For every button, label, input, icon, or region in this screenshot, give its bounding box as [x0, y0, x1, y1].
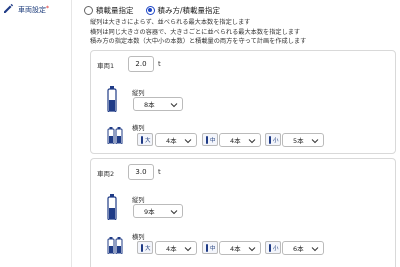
- chevron-down-icon: [184, 139, 192, 144]
- description: 縦列は大きさによらず、並べられる最大本数を指定します 横列は同じ大きさの容器で、…: [90, 18, 306, 47]
- select-value: 6本: [293, 245, 304, 253]
- vertical-value: 9本: [144, 208, 155, 216]
- chevron-down-icon: [170, 103, 178, 108]
- vehicle-label: 車両1: [97, 62, 115, 70]
- required-mark: *: [46, 5, 49, 12]
- capacity-unit: t: [158, 168, 161, 176]
- size-small-tag: 小: [265, 133, 281, 146]
- vehicle-label: 車両2: [97, 170, 115, 178]
- mode-option-label: 積み方/積載量指定: [157, 5, 221, 15]
- mode-option-label: 積載量指定: [96, 5, 134, 15]
- vertical-select[interactable]: 9本: [133, 204, 183, 218]
- horizontal-large-select[interactable]: 4本: [155, 241, 197, 255]
- radio-capacity[interactable]: [84, 5, 93, 15]
- mode-option-arrangement[interactable]: 積み方/積載量指定: [145, 5, 221, 16]
- bottle-icon: [107, 86, 117, 112]
- vehicle-card: 車両2 3.0 t 縦列 9本 横列 大 4本 中 4本 小 6本: [90, 158, 396, 267]
- size-label: 中: [210, 137, 216, 144]
- size-label: 小: [273, 245, 279, 252]
- description-line: 積み方の指定本数（大中小の本数）と積載量の両方を守って計画を作成します: [90, 38, 307, 45]
- size-medium-tag: 中: [202, 133, 218, 146]
- select-value: 5本: [293, 137, 304, 145]
- chevron-down-icon: [311, 247, 319, 252]
- size-large-tag: 大: [137, 133, 153, 146]
- sidebar: 車両設定*: [0, 0, 72, 267]
- size-large-tag: 大: [137, 241, 153, 254]
- horizontal-small-select[interactable]: 6本: [282, 241, 324, 255]
- size-label: 中: [210, 245, 216, 252]
- chevron-down-icon: [170, 210, 178, 215]
- chevron-down-icon: [184, 247, 192, 252]
- description-line: 縦列は大きさによらず、並べられる最大本数を指定します: [90, 19, 251, 26]
- chevron-down-icon: [248, 139, 256, 144]
- select-value: 4本: [166, 137, 177, 145]
- capacity-input[interactable]: 2.0: [128, 56, 154, 72]
- chevron-down-icon: [311, 139, 319, 144]
- size-label: 小: [273, 137, 279, 144]
- capacity-input[interactable]: 3.0: [128, 164, 154, 180]
- vertical-label: 縦列: [132, 197, 145, 204]
- bottle-icon: [107, 194, 117, 220]
- chevron-down-icon: [248, 247, 256, 252]
- horizontal-large-select[interactable]: 4本: [155, 133, 197, 147]
- vertical-label: 縦列: [132, 90, 145, 97]
- pencil-icon: [4, 3, 14, 13]
- description-line: 横列は同じ大きさの容器で、大きさごとに並べられる最大本数を指定します: [90, 28, 301, 36]
- sidebar-item-vehicle-settings[interactable]: 車両設定*: [0, 0, 71, 18]
- radio-arrangement[interactable]: [145, 5, 155, 15]
- mode-option-capacity[interactable]: 積載量指定: [84, 5, 134, 16]
- vehicle-card: 車両1 2.0 t 縦列 8本 横列 大 4本 中 4本 小 5本: [90, 50, 396, 154]
- horizontal-medium-select[interactable]: 4本: [219, 133, 261, 147]
- bottles-icon: [107, 237, 123, 254]
- size-medium-tag: 中: [202, 241, 218, 254]
- bottles-icon: [107, 127, 123, 144]
- capacity-unit: t: [158, 60, 161, 68]
- vertical-value: 8本: [144, 101, 155, 109]
- select-value: 4本: [230, 245, 241, 253]
- horizontal-small-select[interactable]: 5本: [282, 133, 324, 147]
- vertical-select[interactable]: 8本: [133, 97, 183, 111]
- horizontal-medium-select[interactable]: 4本: [219, 241, 261, 255]
- size-label: 大: [145, 245, 151, 252]
- sidebar-item-label: 車両設定: [18, 6, 46, 14]
- horizontal-label: 横列: [132, 125, 145, 132]
- select-value: 4本: [230, 137, 241, 145]
- size-small-tag: 小: [265, 241, 281, 254]
- select-value: 4本: [166, 245, 177, 253]
- mode-radio-group: 積載量指定 積み方/積載量指定: [84, 3, 228, 17]
- size-label: 大: [145, 137, 151, 144]
- horizontal-label: 横列: [132, 234, 145, 241]
